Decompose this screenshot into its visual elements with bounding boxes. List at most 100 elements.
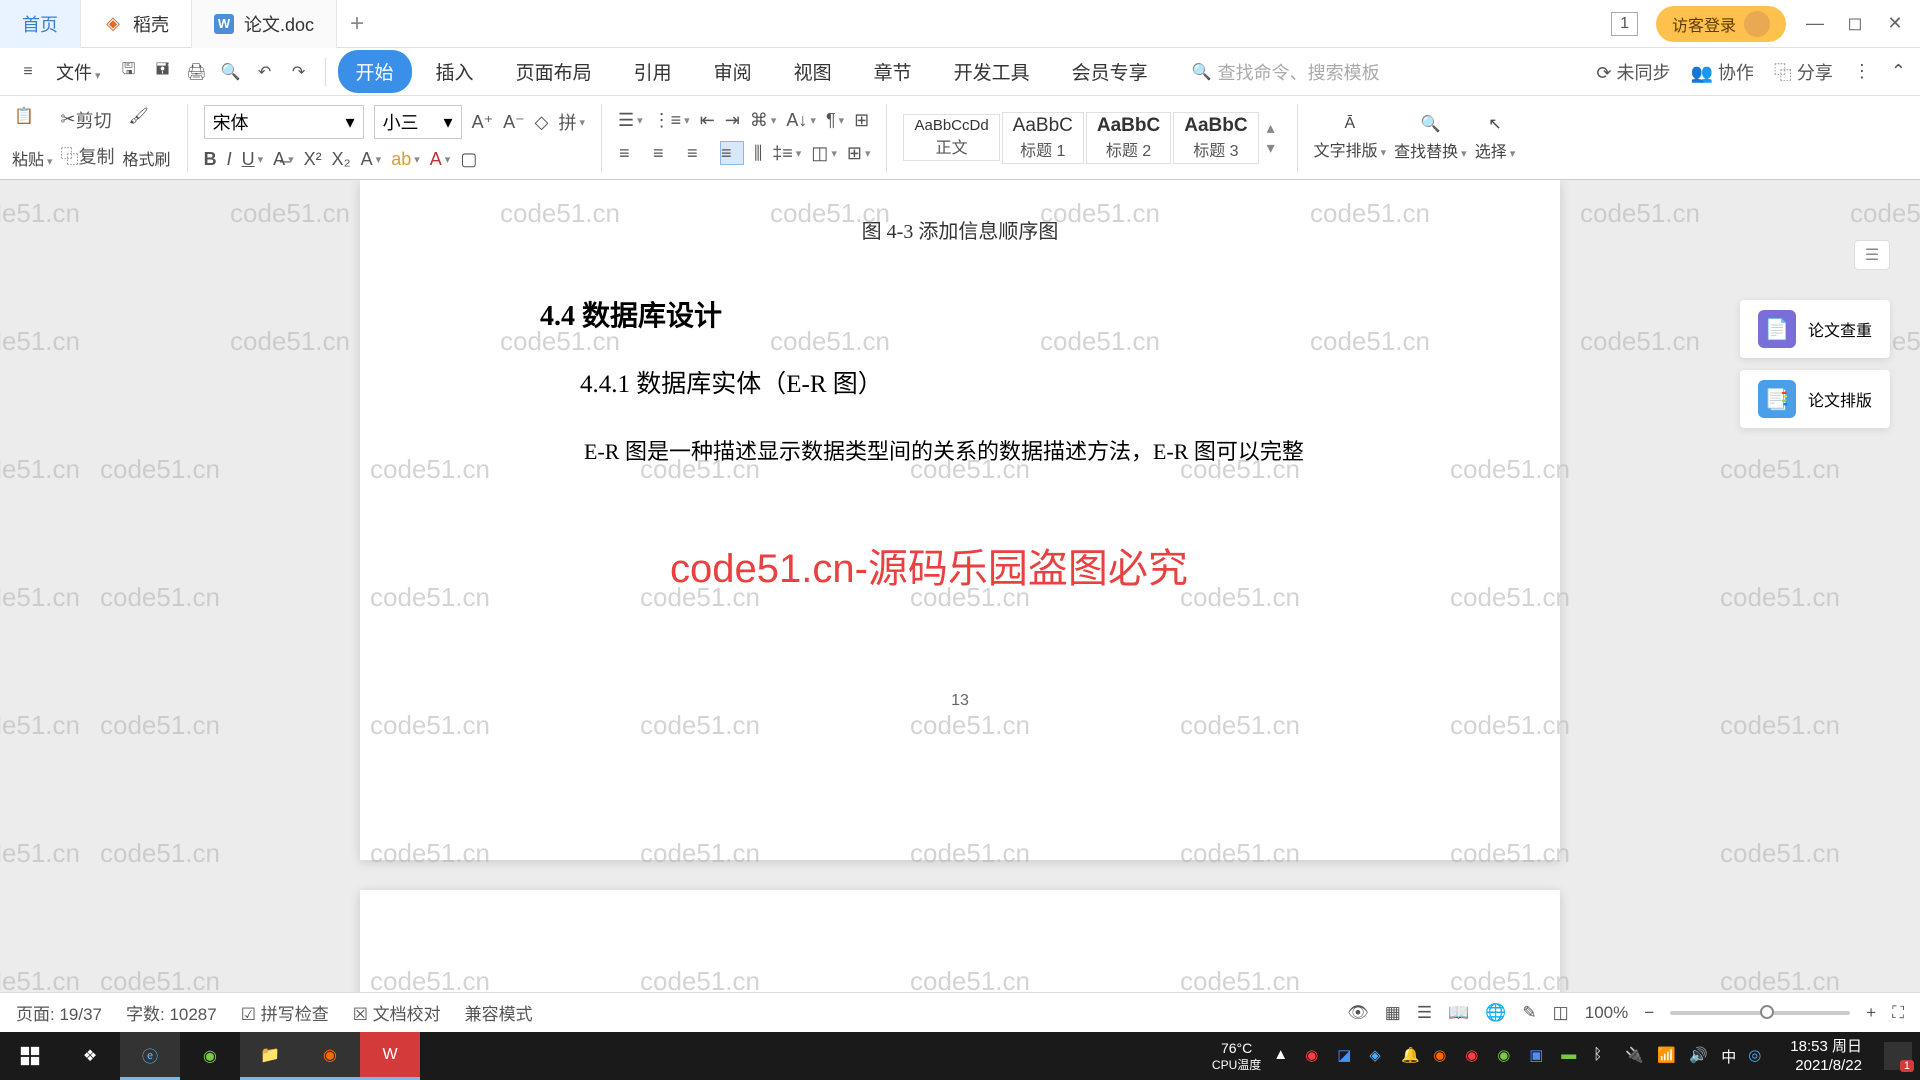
line-spacing-icon[interactable]: ‡≡	[772, 143, 801, 164]
copy-button[interactable]: ⿻ 复制	[61, 143, 115, 169]
zoom-slider[interactable]	[1670, 1011, 1850, 1015]
text-effect-button[interactable]: A	[361, 149, 382, 170]
zoom-in-button[interactable]: +	[1866, 1003, 1876, 1023]
window-badge[interactable]: 1	[1611, 12, 1638, 36]
tray-icon-2[interactable]: ◉	[1305, 1046, 1325, 1066]
thesis-layout-button[interactable]: 📑 论文排版	[1740, 370, 1890, 428]
proofread-toggle[interactable]: ☒ 文档校对	[353, 1000, 441, 1025]
tray-icon-5[interactable]: ◉	[1433, 1046, 1453, 1066]
select-button[interactable]: ↖ 选择	[1475, 114, 1516, 162]
menu-chapter[interactable]: 章节	[856, 50, 930, 93]
tray-bluetooth-icon[interactable]: ᛒ	[1593, 1046, 1613, 1066]
style-heading1[interactable]: AaBbC 标题 1	[1002, 112, 1084, 164]
font-size-select[interactable]: 小三▾	[374, 105, 462, 139]
shading-icon[interactable]: ◫	[811, 143, 837, 164]
maximize-button[interactable]: ◻	[1844, 13, 1866, 35]
taskbar-ie[interactable]: ⓔ	[120, 1032, 180, 1080]
subscript-button[interactable]: X₂	[332, 149, 351, 170]
menu-reference[interactable]: 引用	[616, 50, 690, 93]
web-view-icon[interactable]: 🌐	[1485, 1003, 1506, 1023]
tray-icon-4[interactable]: ◈	[1369, 1046, 1389, 1066]
font-name-select[interactable]: 宋体▾	[204, 105, 364, 139]
page-indicator[interactable]: 页面: 19/37	[16, 1000, 102, 1025]
italic-button[interactable]: I	[227, 149, 232, 170]
number-list-icon[interactable]: ⋮≡	[653, 110, 690, 131]
distribute-icon[interactable]: ⫼	[754, 143, 762, 164]
tray-wifi-icon[interactable]: 📶	[1657, 1046, 1677, 1066]
cut-button[interactable]: ✂ 剪切	[61, 107, 115, 133]
side-panel-toggle[interactable]: ☰	[1854, 240, 1890, 270]
borders-icon[interactable]: ⊞	[847, 143, 871, 164]
document-area[interactable]: 图 4-3 添加信息顺序图 4.4 数据库设计 4.4.1 数据库实体（E-R …	[0, 180, 1920, 1040]
taskbar-app-2[interactable]: ◉	[300, 1032, 360, 1080]
tray-icon-6[interactable]: ◉	[1465, 1046, 1485, 1066]
text-layout-button[interactable]: Ā 文字排版	[1314, 115, 1387, 161]
taskbar-browser[interactable]: ◉	[180, 1032, 240, 1080]
fullscreen-icon[interactable]: ⛶	[1892, 1003, 1904, 1023]
underline-button[interactable]: U	[242, 149, 264, 170]
guest-login-button[interactable]: 访客登录	[1656, 6, 1786, 42]
tray-volume-icon[interactable]: 🔊	[1689, 1046, 1709, 1066]
spell-check-toggle[interactable]: ☑ 拼写检查	[241, 1000, 329, 1025]
tray-notification-icon[interactable]: 🔔	[1401, 1046, 1421, 1066]
taskbar-clock[interactable]: 18:53 周日 2021/8/22	[1780, 1037, 1872, 1076]
more-menu-icon[interactable]: ⋮	[1853, 61, 1871, 82]
font-color-button[interactable]: A	[430, 149, 451, 170]
collapse-ribbon-icon[interactable]: ⌃	[1891, 61, 1906, 82]
style-heading3[interactable]: AaBbC 标题 3	[1173, 112, 1258, 164]
collab-button[interactable]: 👥 协作	[1690, 59, 1753, 85]
tab-document[interactable]: W 论文.doc	[192, 0, 337, 48]
print-preview-icon[interactable]: 🔍	[217, 58, 245, 86]
search-placeholder[interactable]: 查找命令、搜索模板	[1218, 59, 1380, 85]
save-icon[interactable]: 🖫	[115, 58, 143, 86]
highlight-button[interactable]: ab	[391, 149, 420, 170]
taskbar-explorer[interactable]: 📁	[240, 1032, 300, 1080]
menu-member[interactable]: 会员专享	[1054, 50, 1166, 93]
superscript-button[interactable]: X²	[304, 149, 322, 170]
taskbar-wps[interactable]: W	[360, 1032, 420, 1080]
outline-view-icon[interactable]: ☰	[1417, 1003, 1432, 1023]
redo-icon[interactable]: ↷	[285, 58, 313, 86]
tray-ime[interactable]: 中	[1721, 1046, 1736, 1067]
eye-protect-icon[interactable]: 👁	[1347, 1003, 1369, 1023]
align-center-icon[interactable]: ≡	[652, 141, 676, 165]
start-button[interactable]	[0, 1032, 60, 1080]
markup-icon[interactable]: ✎	[1522, 1003, 1536, 1023]
sort-icon[interactable]: A↓	[786, 110, 816, 131]
style-scroll-more-icon[interactable]: ▾	[1267, 138, 1275, 158]
align-justify-icon[interactable]: ≡	[720, 141, 744, 165]
clear-format-icon[interactable]: ◇	[535, 112, 549, 133]
find-replace-button[interactable]: 🔍 查找替换	[1394, 114, 1467, 162]
file-menu[interactable]: 文件	[48, 59, 109, 85]
style-body[interactable]: AaBbCcDd 正文	[903, 114, 999, 161]
decrease-indent-icon[interactable]: ⇤	[700, 110, 715, 131]
style-scroll-up-icon[interactable]: ▴	[1267, 118, 1275, 138]
decrease-font-icon[interactable]: A⁻	[503, 112, 525, 133]
tab-stops-icon[interactable]: ⊞	[854, 110, 869, 131]
align-right-icon[interactable]: ≡	[686, 141, 710, 165]
menu-review[interactable]: 审阅	[696, 50, 770, 93]
menu-view[interactable]: 视图	[776, 50, 850, 93]
menu-hamburger-icon[interactable]: ≡	[14, 58, 42, 86]
minimize-button[interactable]: —	[1804, 13, 1826, 35]
print-icon[interactable]: 🖨	[183, 58, 211, 86]
show-marks-icon[interactable]: ¶	[826, 110, 844, 131]
strikethrough-button[interactable]: A̶	[273, 149, 294, 170]
tray-icon-3[interactable]: ◪	[1337, 1046, 1357, 1066]
fit-width-icon[interactable]: ◫	[1553, 1003, 1569, 1023]
tray-icon-7[interactable]: ◉	[1497, 1046, 1517, 1066]
close-button[interactable]: ✕	[1884, 13, 1906, 35]
tab-home[interactable]: 首页	[0, 0, 81, 48]
increase-font-icon[interactable]: A⁺	[472, 112, 494, 133]
menu-devtools[interactable]: 开发工具	[936, 50, 1048, 93]
taskbar-app-1[interactable]: ❖	[60, 1032, 120, 1080]
read-view-icon[interactable]: 📖	[1448, 1003, 1469, 1023]
tray-icon-8[interactable]: ▣	[1529, 1046, 1549, 1066]
menu-layout[interactable]: 页面布局	[498, 50, 610, 93]
menu-start[interactable]: 开始	[338, 50, 412, 93]
save-as-icon[interactable]: 🖬	[149, 58, 177, 86]
style-heading2[interactable]: AaBbC 标题 2	[1086, 112, 1171, 164]
menu-insert[interactable]: 插入	[418, 50, 492, 93]
tray-nvidia-icon[interactable]: ▬	[1561, 1046, 1581, 1066]
bold-button[interactable]: B	[204, 149, 217, 170]
